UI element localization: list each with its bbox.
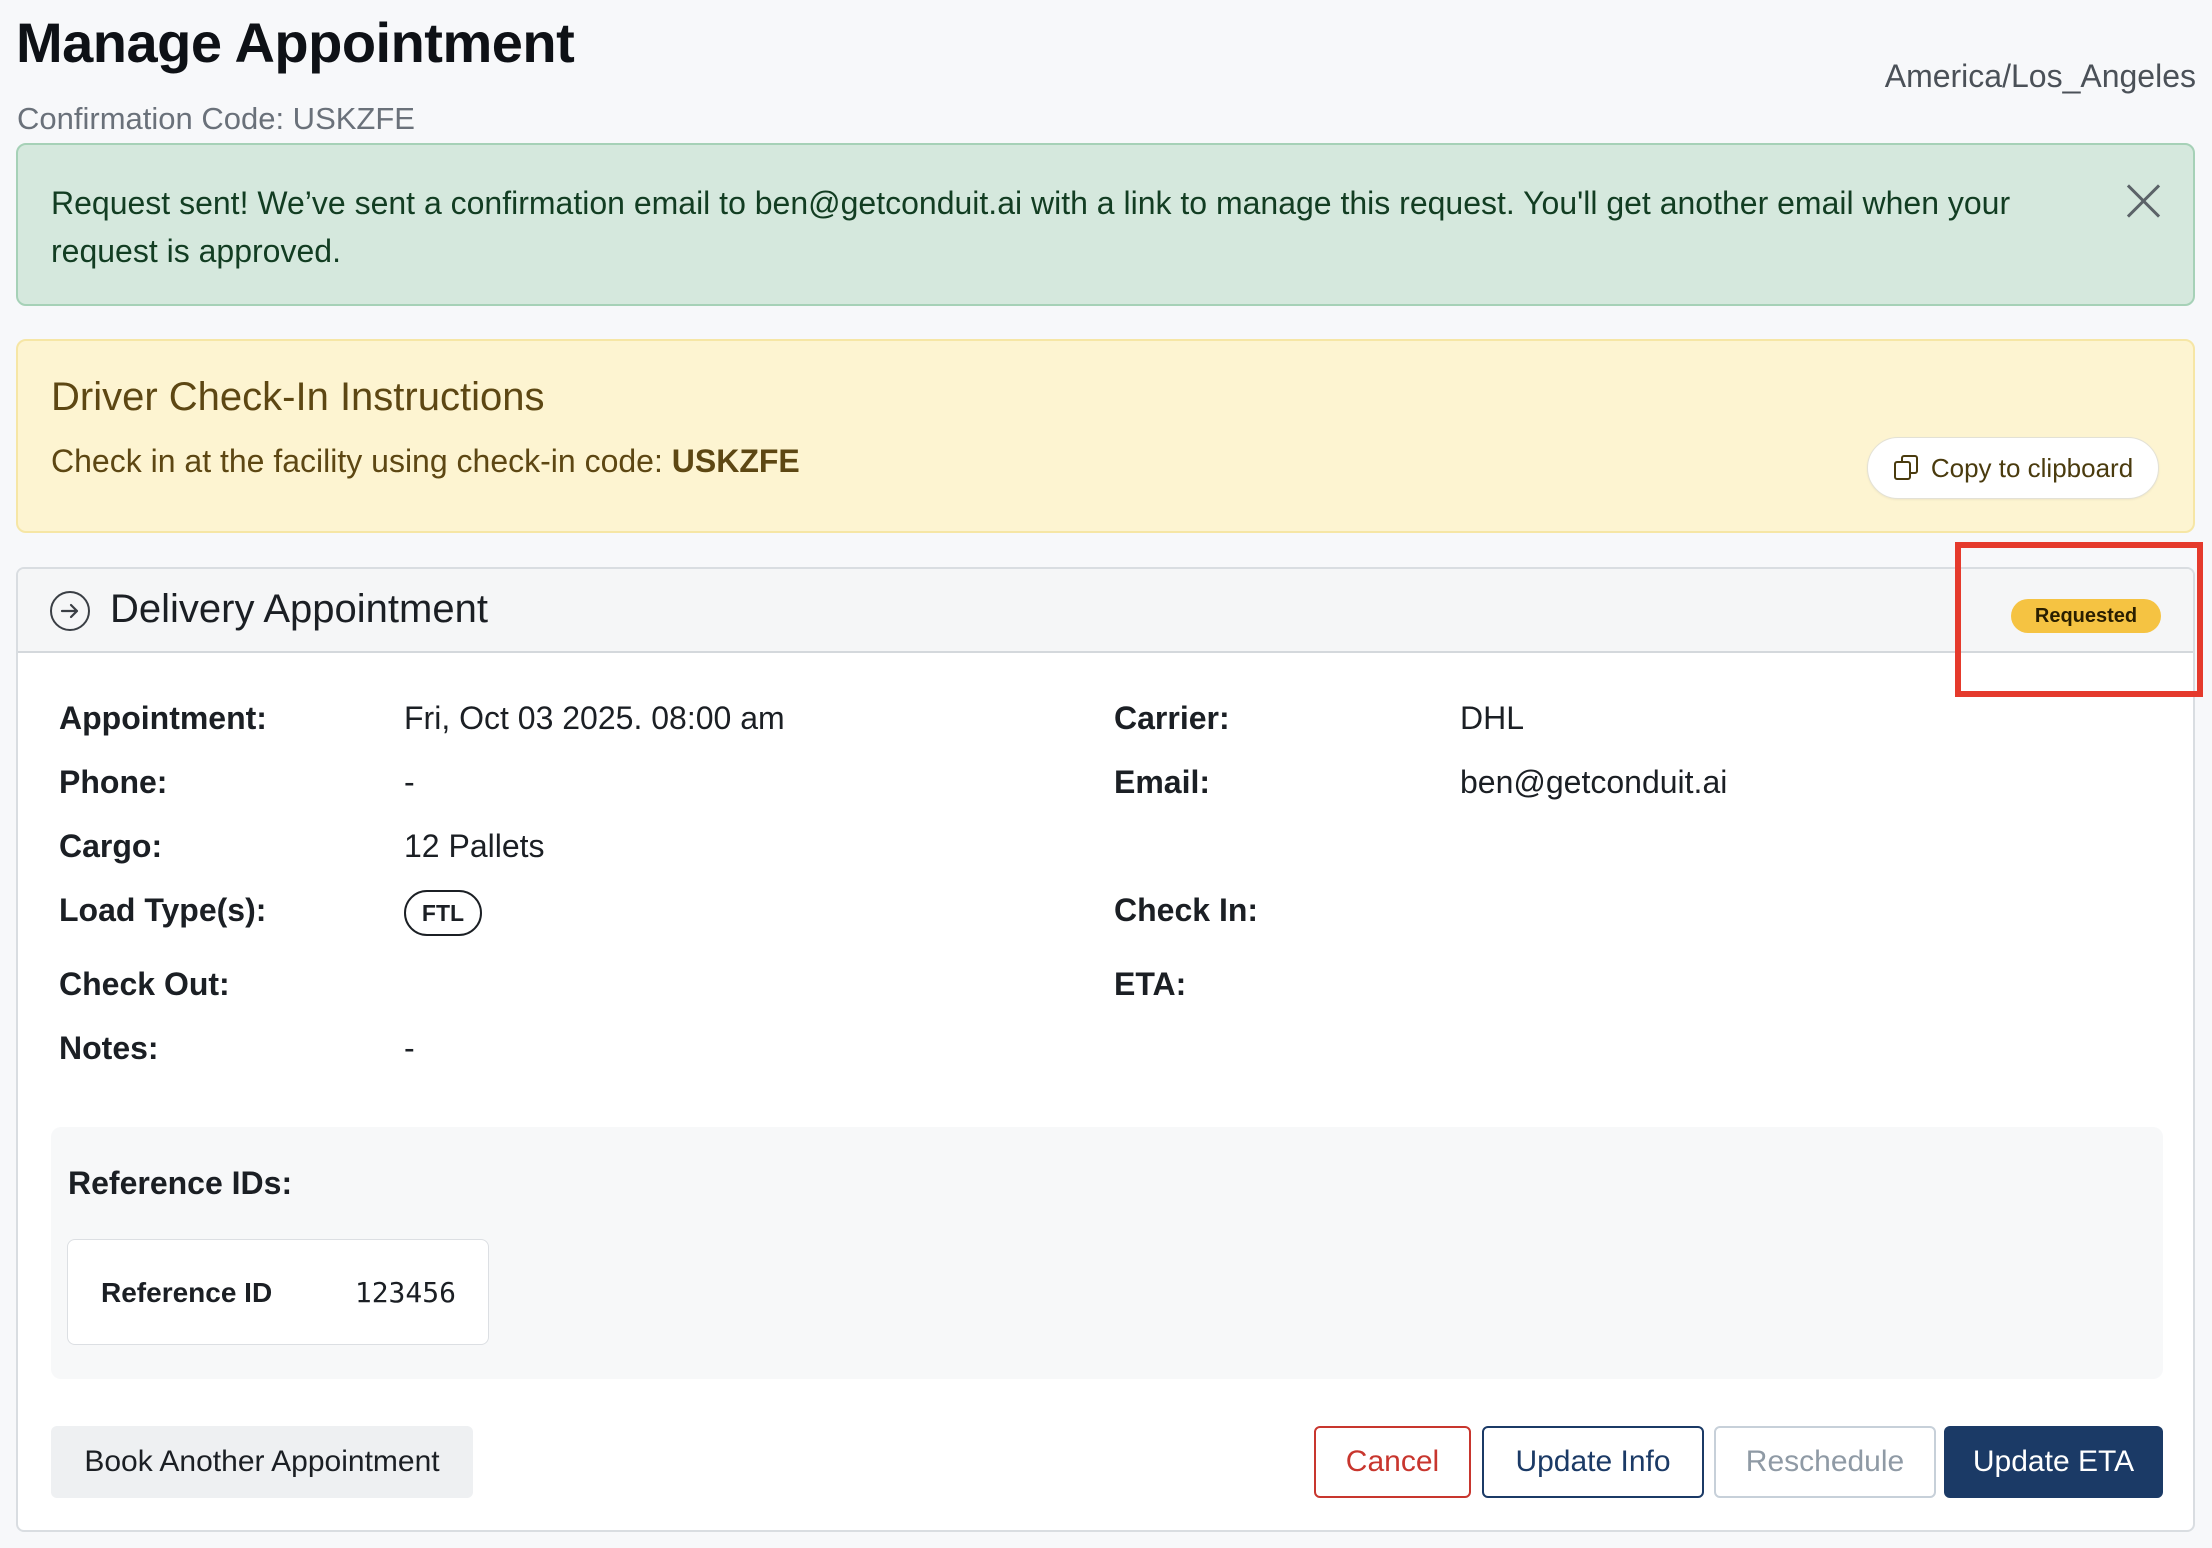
cargo-label: Cargo: — [59, 828, 163, 864]
card-title: Delivery Appointment — [110, 587, 488, 631]
appointment-label: Appointment: — [59, 700, 267, 736]
checkin-code: USKZFE — [671, 443, 800, 479]
notes-label: Notes: — [59, 1030, 159, 1066]
delivery-appointment-card: Delivery Appointment Requested Appointme… — [16, 567, 2195, 1532]
update-eta-button[interactable]: Update ETA — [1944, 1426, 2163, 1498]
copy-icon — [1893, 455, 1919, 481]
alert-message: Request sent! We’ve sent a confirmation … — [51, 185, 2011, 269]
status-highlight-box — [1955, 542, 2203, 697]
update-info-button[interactable]: Update Info — [1482, 1426, 1704, 1498]
arrow-right-circle-icon — [50, 591, 90, 631]
copy-to-clipboard-button[interactable]: Copy to clipboard — [1867, 437, 2159, 499]
reference-id-value: 123456 — [354, 1276, 456, 1309]
timezone-label: America/Los_Angeles — [1884, 58, 2196, 94]
checkin-instructions: Check in at the facility using check-in … — [51, 443, 800, 480]
card-header: Delivery Appointment Requested — [18, 569, 2193, 653]
eta-label: ETA: — [1114, 966, 1187, 1002]
book-another-appointment-button[interactable]: Book Another Appointment — [51, 1426, 473, 1498]
copy-button-label: Copy to clipboard — [1930, 452, 2134, 483]
reference-id-item: Reference ID 123456 — [67, 1239, 489, 1345]
email-label: Email: — [1114, 764, 1211, 800]
phone-label: Phone: — [59, 764, 168, 800]
cancel-button[interactable]: Cancel — [1314, 1426, 1471, 1498]
close-icon[interactable] — [2123, 181, 2163, 221]
manage-appointment-page: Manage Appointment Confirmation Code: US… — [0, 0, 2212, 1548]
phone-value: - — [404, 764, 415, 800]
load-type-badge: FTL — [404, 890, 482, 936]
reference-ids-title: Reference IDs: — [68, 1165, 293, 1201]
checkin-title: Driver Check-In Instructions — [51, 375, 545, 419]
email-value: ben@getconduit.ai — [1460, 764, 1728, 800]
confirmation-code: Confirmation Code: USKZFE — [17, 101, 415, 136]
success-alert: Request sent! We’ve sent a confirmation … — [16, 143, 2195, 306]
carrier-value: DHL — [1460, 700, 1525, 736]
driver-checkin-panel: Driver Check-In Instructions Check in at… — [16, 339, 2195, 533]
notes-value: - — [404, 1030, 415, 1066]
carrier-label: Carrier: — [1114, 700, 1230, 736]
cargo-value: 12 Pallets — [404, 828, 545, 864]
appointment-value: Fri, Oct 03 2025. 08:00 am — [404, 700, 785, 736]
check-in-label: Check In: — [1114, 892, 1259, 928]
checkin-text: Check in at the facility using check-in … — [51, 443, 672, 479]
reference-ids-section: Reference IDs: Reference ID 123456 — [51, 1127, 2163, 1379]
load-type-label: Load Type(s): — [59, 892, 267, 928]
check-out-label: Check Out: — [59, 966, 230, 1002]
reschedule-button[interactable]: Reschedule — [1714, 1426, 1936, 1498]
page-title: Manage Appointment — [16, 11, 575, 74]
reference-id-label: Reference ID — [101, 1277, 273, 1308]
